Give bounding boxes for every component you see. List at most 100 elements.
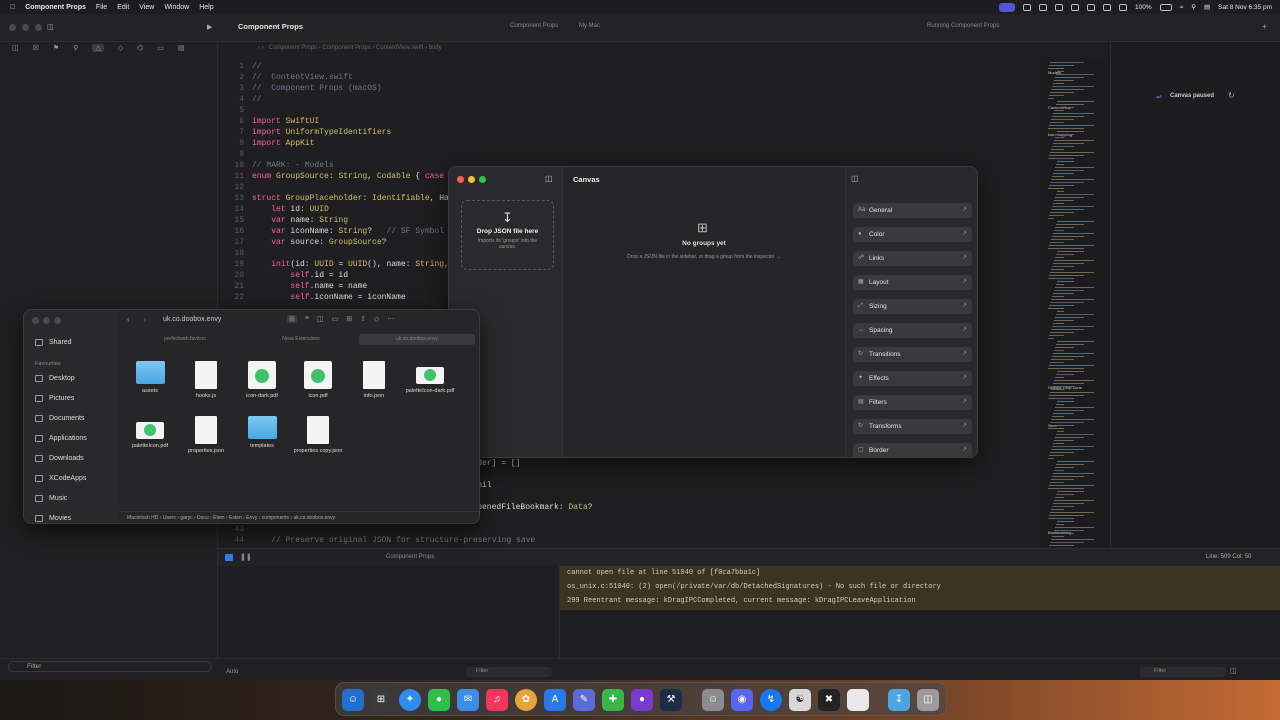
- xcode-app-icon[interactable]: ⚒: [660, 689, 682, 711]
- path-segment[interactable]: › Elem: [209, 515, 224, 521]
- icon-view-icon[interactable]: ⊞: [287, 315, 297, 323]
- minimize-button[interactable]: [22, 24, 29, 31]
- forward-icon[interactable]: ›: [143, 315, 146, 324]
- wifi-icon[interactable]: ≈: [1180, 4, 1184, 11]
- close-button[interactable]: [32, 317, 39, 324]
- status-icon[interactable]: [1023, 3, 1032, 11]
- battery-icon[interactable]: [1159, 3, 1172, 11]
- gallery-view-icon[interactable]: ▭: [332, 315, 339, 323]
- safari-app-icon[interactable]: ✦: [399, 689, 421, 711]
- status-icon[interactable]: [1103, 3, 1112, 11]
- sidebar-toggle-icon[interactable]: ◫: [47, 23, 54, 31]
- zoom-button[interactable]: [479, 176, 486, 183]
- zoom-button[interactable]: [35, 24, 42, 31]
- auto-selector[interactable]: Auto: [226, 669, 238, 675]
- more-icon[interactable]: ⋯: [387, 315, 394, 323]
- inspector-item-layout[interactable]: ▦ Layout ↗: [853, 275, 972, 290]
- console-filter[interactable]: Filter: [1140, 667, 1226, 677]
- file-item[interactable]: info.json: [349, 361, 399, 400]
- inspector-item-sizing[interactable]: ⤢ Sizing ↗: [853, 299, 972, 314]
- group-icon[interactable]: ⊞: [346, 315, 352, 323]
- navigator-filter[interactable]: Filter: [8, 661, 212, 672]
- file-item[interactable]: icon-dark.pdf: [237, 361, 287, 400]
- path-segment[interactable]: › Exten: [225, 515, 242, 521]
- photos-app-icon[interactable]: ✿: [515, 689, 537, 711]
- tool-app-icon[interactable]: ✖: [818, 689, 840, 711]
- minimap[interactable]: ModelsContentViewIcon mappingSidebar Dro…: [1044, 58, 1110, 548]
- finder-app-icon[interactable]: ☺: [342, 689, 364, 711]
- path-segment[interactable]: › uk.co.doobox.envy: [289, 515, 335, 521]
- back-icon[interactable]: ‹: [127, 315, 130, 324]
- tab-nova-extensions[interactable]: Nova Extensions: [243, 334, 359, 345]
- path-segment[interactable]: › Envy: [242, 515, 257, 521]
- report-icon[interactable]: ▤: [178, 44, 185, 52]
- pause-icon[interactable]: ❚❚: [240, 553, 252, 561]
- file-item[interactable]: templates: [237, 416, 287, 450]
- launchpad-app-icon[interactable]: ⊞: [370, 689, 392, 711]
- trash-icon[interactable]: ◫: [917, 689, 939, 711]
- file-item[interactable]: icon.pdf: [293, 361, 343, 400]
- inspector-toggle-icon[interactable]: ◫: [851, 174, 859, 183]
- app-store-icon[interactable]: A: [544, 689, 566, 711]
- path-segment[interactable]: › garyc: [176, 515, 192, 521]
- file-item[interactable]: paletteIcon-dark.pdf: [405, 361, 455, 395]
- menu-window[interactable]: Window: [164, 4, 189, 11]
- destination-selector[interactable]: My Mac: [579, 23, 600, 29]
- folder-icon[interactable]: ◫: [12, 44, 19, 52]
- search-icon[interactable]: ⚲: [73, 44, 78, 52]
- messenger-app-icon[interactable]: ↯: [760, 689, 782, 711]
- game-app-icon[interactable]: ☯: [789, 689, 811, 711]
- bookmark-icon[interactable]: ⚑: [53, 44, 59, 52]
- tab-envy[interactable]: uk.co.doobox.envy: [359, 334, 475, 345]
- zoom-button[interactable]: [54, 317, 61, 324]
- status-icon[interactable]: [1087, 3, 1096, 11]
- path-segment[interactable]: Macintosh HD: [127, 515, 158, 521]
- console-toggle-icon[interactable]: [225, 554, 233, 561]
- sidebar-toggle-icon[interactable]: ◫: [545, 174, 553, 183]
- inspector-item-links[interactable]: ☍ Links ↗: [853, 251, 972, 266]
- sidebar-item-pictures[interactable]: Pictures: [35, 395, 74, 402]
- status-icon[interactable]: [1055, 3, 1064, 11]
- inspector-item-color[interactable]: ● Color ↗: [853, 227, 972, 242]
- jump-bar[interactable]: ‹ › Component Props › Component Props › …: [258, 45, 442, 51]
- close-button[interactable]: [457, 176, 464, 183]
- menu-edit[interactable]: Edit: [117, 4, 129, 11]
- file-item[interactable]: properties copy.json: [293, 416, 343, 455]
- run-button[interactable]: ▶: [207, 23, 212, 31]
- variables-filter[interactable]: Filter: [466, 667, 552, 677]
- apple-icon[interactable]: : [10, 4, 15, 11]
- xcode-like-app-icon[interactable]: ✎: [573, 689, 595, 711]
- tag-icon[interactable]: ◇: [374, 315, 379, 323]
- source-control-icon[interactable]: ☒: [33, 44, 39, 52]
- messages-app-icon[interactable]: ●: [428, 689, 450, 711]
- console-output[interactable]: cannot open file at line 51040 of [f0ca7…: [560, 566, 1280, 610]
- inspector-item-transitions[interactable]: ↻ Transitions ↗: [853, 347, 972, 362]
- inspector-item-border[interactable]: ▢ Border ↗: [853, 443, 972, 457]
- path-segment[interactable]: › Users: [158, 515, 176, 521]
- close-button[interactable]: [9, 24, 16, 31]
- mail-app-icon[interactable]: ✉: [457, 689, 479, 711]
- music-app-icon[interactable]: ♫: [486, 689, 508, 711]
- warning-icon[interactable]: △: [92, 44, 104, 52]
- file-item[interactable]: properties.json: [181, 416, 231, 455]
- breakpoint-icon[interactable]: ▭: [157, 44, 164, 52]
- sidebar-item-xcodeapps[interactable]: XCodeApps: [35, 475, 86, 482]
- path-segment[interactable]: › components: [257, 515, 289, 521]
- sidebar-item-documents[interactable]: Documents: [35, 415, 84, 422]
- minimize-button[interactable]: [43, 317, 50, 324]
- share-icon[interactable]: ⇧: [360, 315, 366, 323]
- file-item[interactable]: paletteIcon.pdf: [125, 416, 175, 450]
- trash-icon[interactable]: ◫: [1230, 667, 1237, 675]
- sidebar-item-applications[interactable]: Applications: [35, 435, 87, 442]
- discord-app-icon[interactable]: ◉: [731, 689, 753, 711]
- list-view-icon[interactable]: ≡: [305, 315, 309, 323]
- downloads-folder-icon[interactable]: ↧: [888, 689, 910, 711]
- menu-file[interactable]: File: [96, 4, 107, 11]
- path-segment[interactable]: › Docu: [193, 515, 209, 521]
- preview-app-icon[interactable]: [847, 689, 869, 711]
- sidebar-item-shared[interactable]: Shared: [35, 339, 72, 346]
- add-icon[interactable]: +: [1262, 22, 1267, 31]
- canvas-area[interactable]: ⊞ No groups yet Drop a JSON file in the …: [563, 167, 845, 457]
- test-icon[interactable]: ◇: [118, 44, 123, 52]
- finder-utility-app-icon[interactable]: ☺: [702, 689, 724, 711]
